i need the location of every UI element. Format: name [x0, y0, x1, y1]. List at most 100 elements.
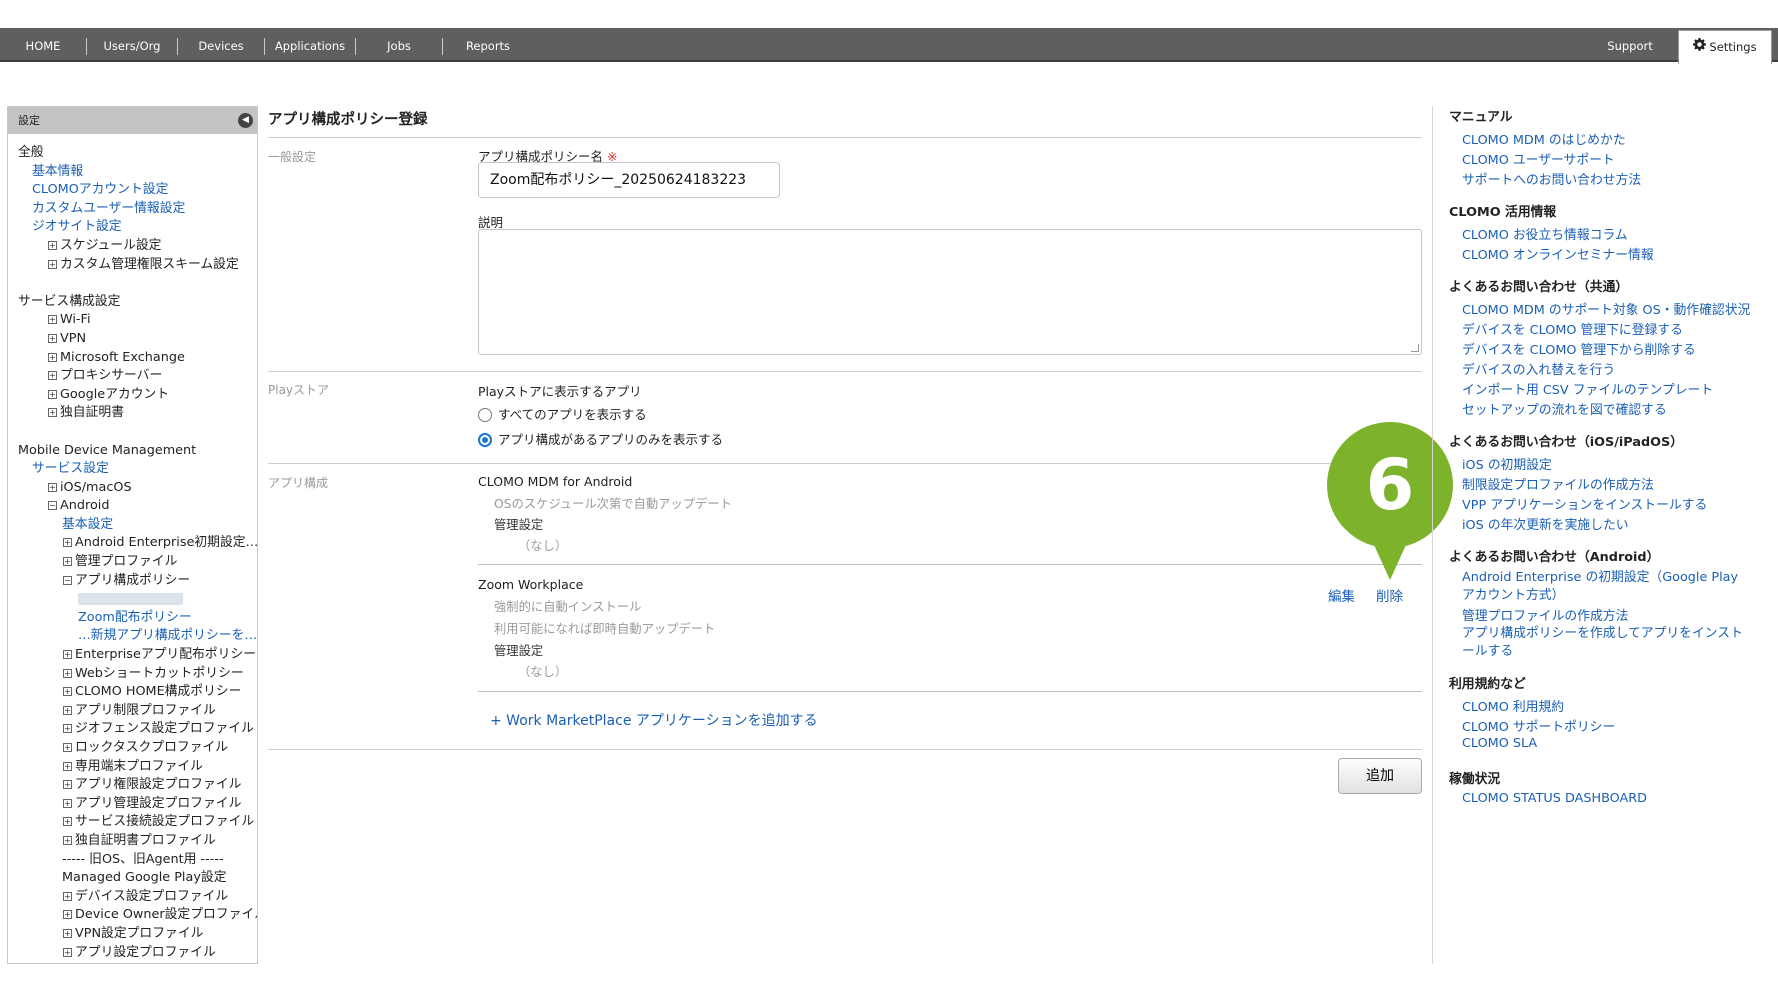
sidebar-item[interactable]: + アプリ制限プロファイル	[18, 702, 257, 721]
expand-icon[interactable]: +	[48, 352, 57, 362]
sidebar-item[interactable]: カスタムユーザー情報設定	[18, 200, 257, 219]
expand-icon[interactable]: +	[63, 928, 72, 938]
expand-icon[interactable]: +	[63, 910, 72, 920]
help-link[interactable]: Android Enterprise の初期設定（Google Play アカウ…	[1462, 569, 1752, 605]
help-link[interactable]: iOS の初期設定	[1462, 454, 1552, 473]
sidebar-item[interactable]: + 専用端末プロファイル	[18, 758, 257, 777]
help-link[interactable]: CLOMO サポートポリシー	[1462, 716, 1615, 735]
expand-icon[interactable]: +	[63, 798, 72, 808]
collapse-icon[interactable]: −	[48, 501, 57, 511]
sidebar-item[interactable]: + 独自証明書	[18, 404, 257, 423]
edit-link[interactable]: 編集	[1328, 585, 1355, 605]
expand-icon[interactable]: +	[63, 835, 72, 845]
expand-icon[interactable]: +	[63, 538, 72, 548]
sidebar-item[interactable]: + iOS/macOS	[18, 479, 257, 498]
sidebar-item[interactable]: +Windows	[18, 962, 257, 963]
sidebar-item[interactable]: + ロックタスクプロファイル	[18, 739, 257, 758]
nav-reports[interactable]: Reports	[443, 28, 533, 62]
help-link[interactable]: 制限設定プロファイルの作成方法	[1462, 474, 1654, 493]
sidebar-item[interactable]: 基本設定	[18, 516, 257, 535]
help-link[interactable]: セットアップの流れを図で確認する	[1462, 399, 1667, 418]
expand-icon[interactable]: +	[48, 482, 57, 492]
add-button[interactable]: 追加	[1338, 758, 1422, 794]
resize-grip-icon[interactable]	[1411, 344, 1419, 352]
expand-icon[interactable]: +	[63, 891, 72, 901]
sidebar-item[interactable]: − アプリ構成ポリシー	[18, 572, 257, 591]
sidebar-item[interactable]: CLOMOアカウント設定	[18, 181, 257, 200]
help-link[interactable]: CLOMO 利用規約	[1462, 696, 1564, 715]
sidebar-item[interactable]: ジオサイト設定	[18, 218, 257, 237]
nav-applications[interactable]: Applications	[265, 28, 355, 62]
expand-icon[interactable]: +	[48, 259, 57, 269]
help-link[interactable]: CLOMO オンラインセミナー情報	[1462, 244, 1654, 263]
collapse-sidebar-icon[interactable]: ◀	[238, 113, 253, 128]
expand-icon[interactable]: +	[63, 687, 72, 697]
collapse-icon[interactable]: −	[63, 575, 72, 585]
sidebar-item[interactable]: + 独自証明書プロファイル	[18, 832, 257, 851]
help-link[interactable]: CLOMO お役立ち情報コラム	[1462, 224, 1628, 243]
expand-icon[interactable]: +	[48, 333, 57, 343]
expand-icon[interactable]: +	[63, 817, 72, 827]
sidebar-item[interactable]: + アプリ設定プロファイル	[18, 944, 257, 963]
sidebar-item[interactable]: + Googleアカウント	[18, 386, 257, 405]
sidebar-item[interactable]: + Wi-Fi	[18, 311, 257, 330]
sidebar-item[interactable]: + アプリ管理設定プロファイル	[18, 795, 257, 814]
sidebar-item[interactable]: …新規アプリ構成ポリシーを…	[18, 627, 257, 646]
help-link[interactable]: CLOMO ユーザーサポート	[1462, 149, 1615, 168]
sidebar-item[interactable]: + スケジュール設定	[18, 237, 257, 256]
sidebar-item[interactable]: + Webショートカットポリシー	[18, 665, 257, 684]
sidebar-item[interactable]: + ジオフェンス設定プロファイル	[18, 720, 257, 739]
expand-icon[interactable]: +	[63, 761, 72, 771]
sidebar-item[interactable]: + Microsoft Exchange	[18, 349, 257, 368]
delete-link[interactable]: 削除	[1376, 585, 1403, 605]
expand-icon[interactable]: +	[48, 315, 57, 325]
expand-icon[interactable]: +	[63, 743, 72, 752]
help-link[interactable]: CLOMO MDM のはじめかた	[1462, 129, 1626, 148]
sidebar-item[interactable]: + プロキシサーバー	[18, 367, 257, 386]
help-link[interactable]: CLOMO MDM のサポート対象 OS・動作確認状況	[1462, 299, 1750, 318]
sidebar-item[interactable]: + Device Owner設定プロファイル	[18, 906, 257, 925]
help-link[interactable]: インポート用 CSV ファイルのテンプレート	[1462, 379, 1713, 398]
sidebar-item[interactable]: + Enterpriseアプリ配布ポリシー	[18, 646, 257, 665]
expand-icon[interactable]: +	[63, 650, 72, 660]
sidebar-item[interactable]: + Android Enterprise初期設定…	[18, 534, 257, 553]
help-link[interactable]: iOS の年次更新を実施したい	[1462, 514, 1629, 533]
radio-checked-icon[interactable]	[478, 433, 492, 447]
sidebar-item[interactable]: + VPN設定プロファイル	[18, 925, 257, 944]
radio-unchecked-icon[interactable]	[478, 408, 492, 422]
expand-icon[interactable]: +	[48, 371, 57, 381]
help-link[interactable]: CLOMO STATUS DASHBOARD	[1462, 791, 1647, 806]
description-textarea[interactable]	[478, 229, 1422, 355]
help-link[interactable]: アプリ構成ポリシーを作成してアプリをインストールする	[1462, 625, 1752, 661]
expand-icon[interactable]: +	[63, 780, 72, 790]
nav-users-org[interactable]: Users/Org	[87, 28, 177, 62]
sidebar-item[interactable]: Zoom配布ポリシー	[18, 609, 257, 628]
nav-support[interactable]: Support	[1590, 28, 1670, 62]
help-link[interactable]: デバイスの入れ替えを行う	[1462, 359, 1615, 378]
sidebar-item[interactable]: + アプリ権限設定プロファイル	[18, 776, 257, 795]
help-link[interactable]: デバイスを CLOMO 管理下に登録する	[1462, 319, 1683, 338]
policy-name-input[interactable]: Zoom配布ポリシー_20250624183223	[478, 162, 780, 198]
expand-icon[interactable]: +	[48, 389, 57, 399]
expand-icon[interactable]: +	[63, 947, 72, 957]
sidebar-item[interactable]: + サービス接続設定プロファイル	[18, 813, 257, 832]
expand-icon[interactable]: +	[63, 724, 72, 734]
radio-show-all-apps[interactable]: すべてのアプリを表示する	[478, 407, 647, 423]
expand-icon[interactable]: +	[48, 240, 57, 250]
sidebar-item[interactable]: + カスタム管理権限スキーム設定	[18, 256, 257, 275]
help-link[interactable]: VPP アプリケーションをインストールする	[1462, 494, 1707, 513]
help-link[interactable]: CLOMO SLA	[1462, 736, 1537, 751]
sidebar-item[interactable]: − Android	[18, 497, 257, 516]
sidebar-item[interactable]: + デバイス設定プロファイル	[18, 888, 257, 907]
sidebar-item[interactable]: + VPN	[18, 330, 257, 349]
expand-icon[interactable]: +	[63, 557, 72, 567]
help-link[interactable]: サポートへのお問い合わせ方法	[1462, 169, 1641, 188]
expand-icon[interactable]: +	[48, 408, 57, 418]
radio-show-configured-apps[interactable]: アプリ構成があるアプリのみを表示する	[478, 432, 723, 448]
sidebar-item[interactable]: + 管理プロファイル	[18, 553, 257, 572]
expand-icon[interactable]: +	[63, 705, 72, 715]
sidebar-item[interactable]: サービス設定	[18, 460, 257, 479]
help-link[interactable]: 管理プロファイルの作成方法	[1462, 605, 1628, 624]
sidebar-item[interactable]: 基本情報	[18, 163, 257, 182]
nav-devices[interactable]: Devices	[178, 28, 264, 62]
